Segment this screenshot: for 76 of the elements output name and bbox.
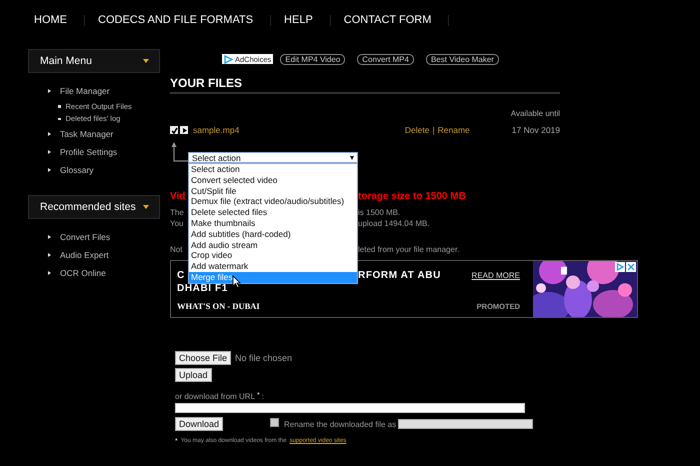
close-icon — [626, 262, 636, 272]
notice-text: torage size to 1500 MB — [358, 191, 466, 202]
bullet-icon — [48, 271, 51, 275]
action-link[interactable]: Rename — [438, 125, 470, 135]
dropdown-option[interactable]: Add watermark — [189, 261, 357, 272]
dropdown-option[interactable]: Crop video — [189, 250, 357, 262]
checkbox[interactable] — [270, 418, 280, 426]
ad-link[interactable]: Edit MP4 Video — [280, 54, 346, 64]
choose-file-button[interactable]: Choose File — [175, 351, 232, 365]
ad-link[interactable]: Best Video Maker — [426, 54, 499, 64]
bullet-icon — [48, 89, 51, 93]
ad-headline: DHABI F1 — [177, 283, 228, 294]
notice-text: upload 1494.04 MB. — [358, 218, 430, 229]
dropdown-option[interactable]: Convert selected video — [189, 174, 357, 186]
rename-field[interactable] — [398, 419, 534, 429]
dropdown-option[interactable]: Add subtitles (hard-coded) — [189, 228, 357, 240]
dropdown-option[interactable]: Cut/Split file — [189, 186, 357, 196]
ad-source: WHAT'S ON - DUBAI — [177, 301, 260, 311]
nav-link[interactable]: HOME — [34, 14, 67, 26]
notice-text: Not — [170, 245, 184, 254]
bullet-icon — [48, 132, 51, 136]
caret-icon — [143, 59, 149, 63]
bullet-icon — [48, 253, 51, 257]
adchoices-icon — [615, 262, 625, 272]
play-icon[interactable] — [180, 126, 188, 134]
action-dropdown[interactable]: Select action — [188, 152, 358, 163]
bullet-icon — [58, 118, 60, 120]
dropdown-option[interactable]: Add audio stream — [189, 240, 357, 250]
adchoices-icon — [224, 54, 233, 64]
checkbox[interactable] — [170, 126, 178, 134]
nav-link[interactable]: CONTACT FORM — [344, 14, 432, 26]
bullet-icon — [48, 235, 51, 239]
ad-headline: RFORM AT ABU — [358, 270, 441, 281]
notice-text: You — [170, 218, 184, 229]
sidebar-link[interactable]: Audio Expert — [60, 250, 109, 260]
ad-link[interactable]: Convert MP4 — [357, 54, 414, 64]
read-more-link[interactable]: READ MORE — [472, 271, 520, 280]
notice-text: Vid — [170, 191, 186, 202]
nav-link[interactable]: HELP — [284, 14, 313, 26]
action-link[interactable]: Delete — [404, 125, 430, 135]
download-button[interactable]: Download — [175, 417, 224, 431]
caret-icon — [143, 205, 149, 209]
file-status: No file chosen — [235, 353, 292, 363]
sidebar-link[interactable]: Convert Files — [60, 232, 110, 242]
url-field[interactable] — [175, 403, 525, 413]
checkbox-label: Rename the downloaded file as — [284, 420, 396, 428]
ad-headline: C — [177, 270, 186, 281]
arrow-icon — [172, 142, 188, 162]
dropdown-option[interactable]: Delete selected files — [189, 207, 357, 218]
sidebar-link[interactable]: OCR Online — [60, 268, 106, 278]
section-title: YOUR FILES — [170, 76, 560, 94]
notice-text: is 1500 MB. — [358, 207, 400, 218]
date-text: 17 Nov 2019 — [512, 125, 560, 135]
section-title: Main Menu — [40, 55, 92, 67]
bullet-icon — [58, 105, 60, 108]
section-title: Recommended sites — [40, 201, 136, 213]
section-header[interactable]: Main Menu — [28, 49, 160, 73]
bullet-icon — [48, 150, 51, 154]
dropdown-option[interactable]: Select action — [189, 164, 357, 175]
notice-text: The — [170, 207, 185, 218]
dropdown-option[interactable]: Make thumbnails — [189, 218, 357, 229]
sidebar-link[interactable]: Glossary — [60, 165, 94, 175]
sidebar-link[interactable]: Profile Settings — [60, 147, 118, 157]
bullet-icon — [48, 168, 51, 172]
file-link[interactable]: sample.mp4 — [193, 125, 240, 135]
column-header: Available until — [510, 109, 560, 118]
sidebar-link[interactable]: File Manager — [60, 86, 110, 96]
section-header[interactable]: Recommended sites — [28, 195, 160, 219]
nav-link[interactable]: CODECS AND FILE FORMATS — [98, 14, 254, 26]
field-label: : — [262, 392, 264, 401]
dropdown-option[interactable]: Demux file (extract video/audio/subtitles) — [189, 196, 357, 208]
field-label: or download from URL — [175, 392, 256, 401]
sidebar-link[interactable]: Task Manager — [60, 129, 114, 139]
separator-text: | — [432, 125, 435, 135]
notice-text: leted from your file manager. — [358, 245, 460, 254]
upload-button[interactable]: Upload — [175, 368, 212, 382]
